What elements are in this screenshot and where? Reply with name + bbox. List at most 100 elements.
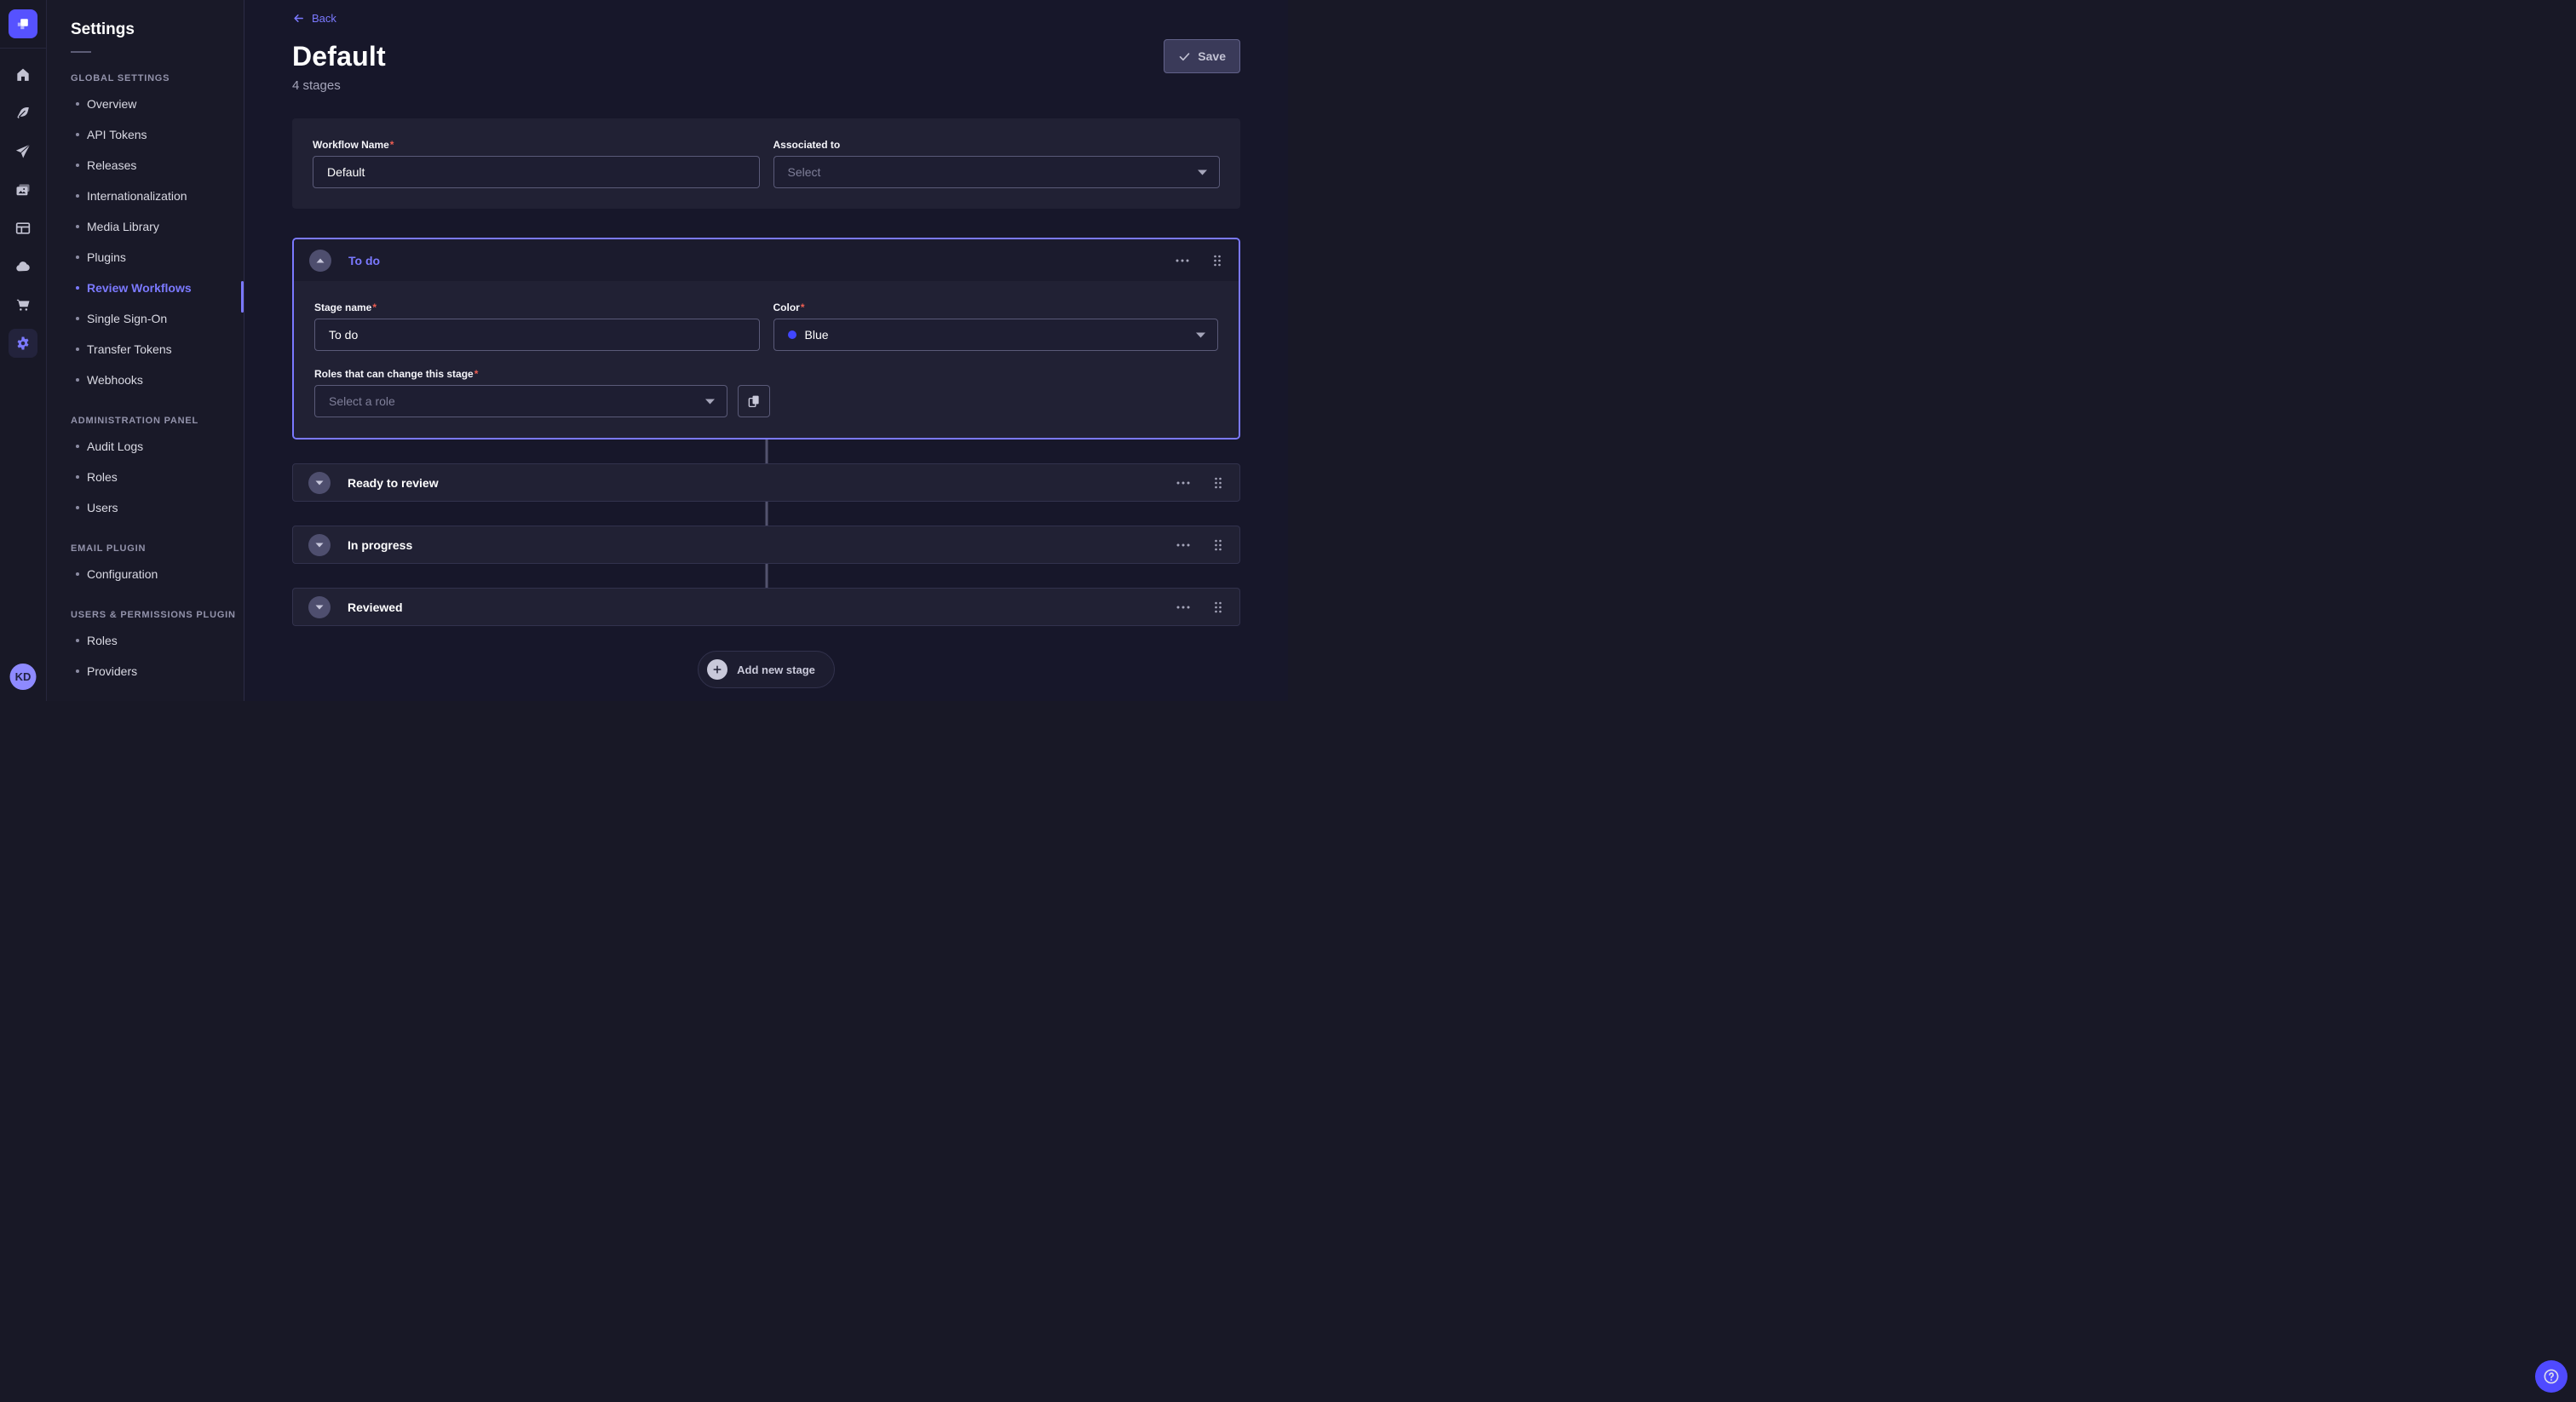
gear-icon xyxy=(14,335,32,352)
stage-drag-handle[interactable] xyxy=(1211,253,1223,268)
nav-content-manager[interactable] xyxy=(9,214,37,243)
caret-down-icon xyxy=(1196,332,1205,338)
nav-content-type-builder[interactable] xyxy=(9,99,37,128)
sidebar-item-providers[interactable]: Providers xyxy=(47,656,244,687)
nav-marketplace[interactable] xyxy=(9,290,37,319)
sidebar-item-configuration[interactable]: Configuration xyxy=(47,559,244,589)
expand-stage-button[interactable] xyxy=(308,534,331,556)
sidebar-item-single-sign-on[interactable]: Single Sign-On xyxy=(47,303,244,334)
sidebar-item-label: Audit Logs xyxy=(87,440,143,453)
sidebar-item-up-roles[interactable]: Roles xyxy=(47,625,244,656)
nav-settings[interactable] xyxy=(9,329,37,358)
main-nav-rail: KD xyxy=(0,0,47,701)
expand-stage-button[interactable] xyxy=(308,596,331,618)
ellipsis-icon xyxy=(1176,543,1190,547)
stage-options-button[interactable] xyxy=(1175,542,1192,549)
user-avatar[interactable]: KD xyxy=(10,664,37,690)
stage-name: Ready to review xyxy=(348,476,439,490)
required-marker: * xyxy=(390,139,394,151)
page-title: Default xyxy=(292,41,386,72)
sidebar-item-label: Internationalization xyxy=(87,189,187,203)
sidebar-item-label: Single Sign-On xyxy=(87,312,167,325)
bullet-icon xyxy=(76,102,79,106)
sidebar-item-overview[interactable]: Overview xyxy=(47,89,244,119)
strapi-logo[interactable] xyxy=(9,9,37,38)
stage-options-button[interactable] xyxy=(1175,480,1192,486)
stage-row-in-progress: In progress xyxy=(292,526,1240,564)
subnav-title-divider xyxy=(71,51,91,53)
associated-to-select[interactable]: Select xyxy=(773,156,1221,188)
sidebar-item-internationalization[interactable]: Internationalization xyxy=(47,181,244,211)
sidebar-item-label: Media Library xyxy=(87,220,159,233)
nav-cloud[interactable] xyxy=(9,252,37,281)
ellipsis-icon xyxy=(1176,259,1189,262)
sidebar-item-review-workflows[interactable]: Review Workflows xyxy=(47,273,244,303)
duplicate-stage-button[interactable] xyxy=(738,385,770,417)
stage-options-button[interactable] xyxy=(1175,604,1192,611)
sidebar-item-admin-roles[interactable]: Roles xyxy=(47,462,244,492)
stage-color-select[interactable]: Blue xyxy=(773,319,1219,351)
back-link[interactable]: Back xyxy=(292,12,336,25)
stage-name-input[interactable] xyxy=(314,319,760,351)
stage-name-label: Stage name* xyxy=(314,302,760,313)
rail-nav xyxy=(9,60,37,358)
expand-stage-button[interactable] xyxy=(308,472,331,494)
stage-header-todo: To do xyxy=(294,239,1239,281)
nav-deploy[interactable] xyxy=(9,137,37,166)
copy-icon xyxy=(746,394,762,409)
sidebar-item-label: Overview xyxy=(87,97,136,111)
subnav-scrollbar-thumb[interactable] xyxy=(241,281,244,313)
stage-drag-handle[interactable] xyxy=(1212,600,1224,615)
sidebar-item-label: Plugins xyxy=(87,250,126,264)
stage-roles-select[interactable]: Select a role xyxy=(314,385,727,417)
stage-row-reviewed: Reviewed xyxy=(292,588,1240,626)
bullet-icon xyxy=(76,378,79,382)
help-button[interactable] xyxy=(2535,1360,2567,1393)
section-label: USERS & PERMISSIONS PLUGIN xyxy=(71,610,244,620)
bullet-icon xyxy=(76,133,79,136)
save-button[interactable]: Save xyxy=(1164,39,1240,73)
sidebar-item-label: Users xyxy=(87,501,118,514)
feather-icon xyxy=(14,105,32,122)
workflow-meta-card: Workflow Name* Associated to Select xyxy=(292,118,1240,209)
sidebar-item-label: Configuration xyxy=(87,567,158,581)
chevron-down-icon xyxy=(315,543,324,548)
section-label: GLOBAL SETTINGS xyxy=(71,73,244,83)
caret-down-icon xyxy=(1198,170,1207,175)
chevron-up-icon xyxy=(316,258,325,263)
sidebar-item-webhooks[interactable]: Webhooks xyxy=(47,365,244,395)
sidebar-item-users[interactable]: Users xyxy=(47,492,244,523)
bullet-icon xyxy=(76,225,79,228)
sidebar-item-plugins[interactable]: Plugins xyxy=(47,242,244,273)
bullet-icon xyxy=(76,317,79,320)
stage-roles-value: Select a role xyxy=(329,394,395,408)
back-label: Back xyxy=(312,12,336,25)
section-administration-panel: ADMINISTRATION PANEL Audit Logs Roles Us… xyxy=(47,416,244,523)
sidebar-item-audit-logs[interactable]: Audit Logs xyxy=(47,431,244,462)
paper-plane-icon xyxy=(14,143,32,160)
stage-drag-handle[interactable] xyxy=(1212,475,1224,491)
stage-body-todo: Stage name* Color* Blue xyxy=(294,281,1239,438)
sidebar-item-releases[interactable]: Releases xyxy=(47,150,244,181)
sidebar-item-label: Transfer Tokens xyxy=(87,342,172,356)
sidebar-item-label: Roles xyxy=(87,634,118,647)
nav-home[interactable] xyxy=(9,60,37,89)
save-label: Save xyxy=(1198,49,1226,63)
stage-options-button[interactable] xyxy=(1174,257,1191,264)
bullet-icon xyxy=(76,194,79,198)
collapse-stage-button[interactable] xyxy=(309,250,331,272)
required-marker: * xyxy=(474,368,479,380)
workflow-name-input[interactable] xyxy=(313,156,760,188)
section-global-settings: GLOBAL SETTINGS Overview API Tokens Rele… xyxy=(47,73,244,395)
main-content: Back Default Save 4 stages Workflow Name… xyxy=(244,0,1288,701)
sidebar-item-api-tokens[interactable]: API Tokens xyxy=(47,119,244,150)
bullet-icon xyxy=(76,639,79,642)
sidebar-item-label: API Tokens xyxy=(87,128,147,141)
bullet-icon xyxy=(76,164,79,167)
sidebar-item-media-library[interactable]: Media Library xyxy=(47,211,244,242)
sidebar-item-transfer-tokens[interactable]: Transfer Tokens xyxy=(47,334,244,365)
add-new-stage-button[interactable]: Add new stage xyxy=(698,651,835,688)
nav-media-library[interactable] xyxy=(9,175,37,204)
stage-drag-handle[interactable] xyxy=(1212,537,1224,553)
bullet-icon xyxy=(76,475,79,479)
